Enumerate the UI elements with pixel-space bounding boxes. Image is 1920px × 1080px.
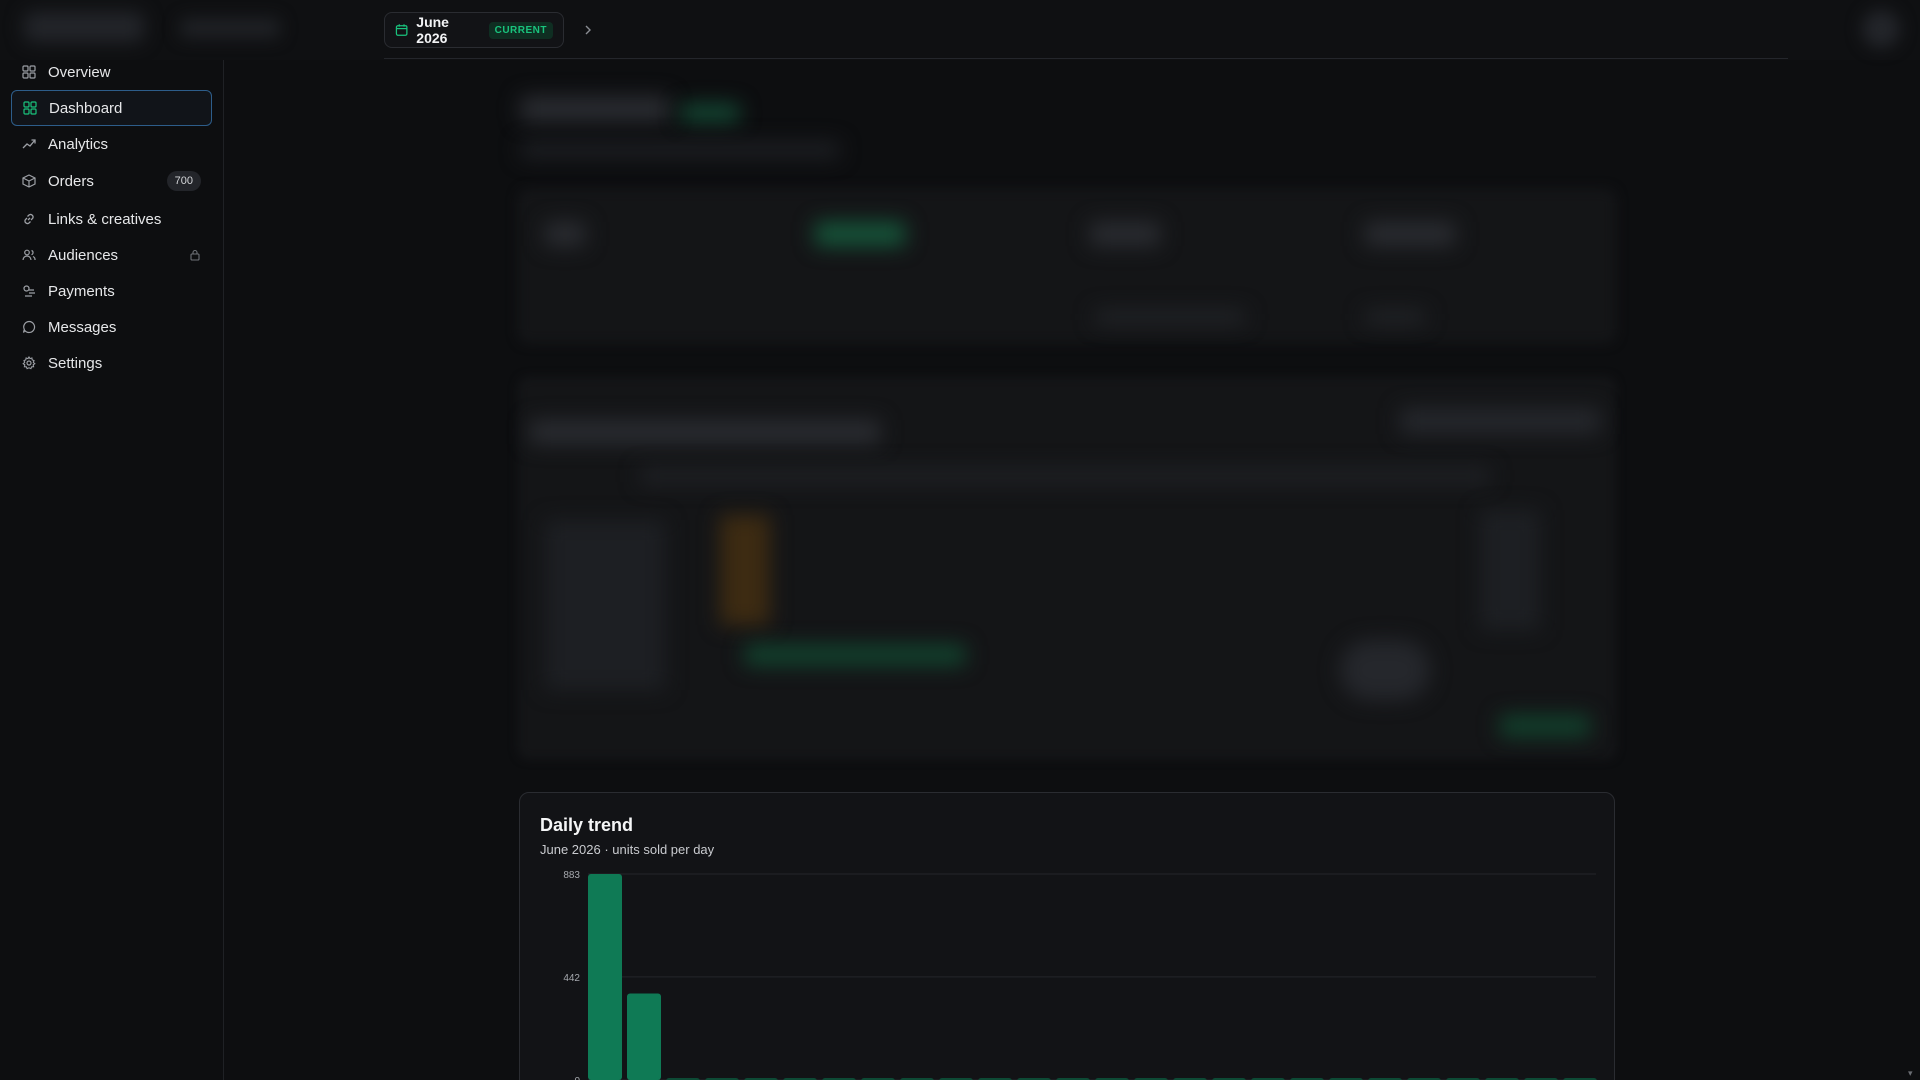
sidebar-item-label: Links & creatives bbox=[48, 210, 162, 228]
calendar-icon bbox=[395, 24, 408, 36]
kpi-card-blurred bbox=[519, 190, 1615, 342]
chevron-right-icon bbox=[585, 25, 591, 35]
sidebar-item-label: Overview bbox=[48, 63, 111, 81]
sidebar-item-label: Analytics bbox=[48, 135, 109, 153]
daily-trend-card: Daily trend June 2026 · units sold per d… bbox=[519, 792, 1615, 1080]
kpi-2-blurred bbox=[815, 222, 905, 246]
users-icon bbox=[22, 249, 36, 261]
user-avatar[interactable] bbox=[1862, 10, 1900, 48]
sidebar-item-label: Audiences bbox=[48, 246, 119, 264]
kpi-4-blurred bbox=[1365, 222, 1455, 246]
kpi-3-blurred bbox=[1090, 222, 1160, 246]
package-icon bbox=[22, 174, 36, 188]
bar-day-1[interactable] bbox=[588, 874, 622, 1080]
orders-count-badge: 700 bbox=[166, 171, 201, 191]
sidebar-item-orders[interactable]: Orders 700 bbox=[11, 163, 212, 199]
sidebar-item-label: Payments bbox=[48, 282, 115, 300]
scroll-down-icon[interactable]: ▾ bbox=[1908, 1068, 1913, 1079]
sidebar-item-label: Dashboard bbox=[49, 99, 123, 117]
sidebar-item-messages[interactable]: Messages bbox=[11, 309, 212, 345]
period-selector[interactable]: June 2026 CURRENT bbox=[384, 12, 564, 48]
sidebar-item-label: Settings bbox=[48, 354, 103, 372]
bar-day-2[interactable] bbox=[627, 993, 661, 1080]
action-button-blurred bbox=[1500, 715, 1590, 737]
sidebar-item-links-creatives[interactable]: Links & creatives bbox=[11, 201, 212, 237]
current-badge: CURRENT bbox=[488, 21, 553, 39]
breakdown-list-blurred bbox=[545, 520, 665, 690]
grid-icon bbox=[22, 65, 36, 79]
status-badge-blurred bbox=[680, 104, 740, 122]
sidebar-item-label: Orders bbox=[48, 172, 94, 190]
kpi-4-sub-blurred bbox=[1365, 310, 1425, 324]
green-bar-blurred bbox=[745, 645, 965, 665]
kpi-1-blurred bbox=[545, 222, 585, 246]
lock-icon bbox=[190, 249, 200, 261]
y-tick-label: 0 bbox=[574, 1076, 580, 1080]
period-label: June 2026 bbox=[416, 14, 449, 46]
brand-logo[interactable] bbox=[24, 12, 144, 42]
page-title-blurred bbox=[520, 96, 670, 122]
y-tick-label: 883 bbox=[563, 870, 580, 881]
right-column-blurred bbox=[1480, 510, 1540, 630]
sidebar-item-label: Messages bbox=[48, 318, 117, 336]
trend-icon bbox=[22, 139, 36, 149]
daily-trend-chart: 883 442 0 bbox=[563, 870, 1597, 1080]
top-divider bbox=[384, 58, 1788, 59]
y-tick-label: 442 bbox=[563, 973, 580, 984]
breakdown-heading-blurred bbox=[530, 420, 880, 444]
gear-icon bbox=[22, 356, 36, 370]
breakdown-controls-blurred bbox=[1400, 408, 1600, 434]
message-icon bbox=[22, 320, 36, 334]
link-icon bbox=[24, 213, 34, 225]
sidebar-item-overview[interactable]: Overview bbox=[11, 54, 212, 90]
sidebar-item-settings[interactable]: Settings bbox=[11, 345, 212, 381]
sidebar-item-audiences[interactable]: Audiences bbox=[11, 237, 212, 273]
breakdown-tabs-blurred bbox=[640, 468, 1490, 484]
top-bar: June 2026 CURRENT bbox=[0, 0, 1920, 60]
kpi-3-sub-blurred bbox=[1095, 310, 1245, 324]
sidebar-item-payments[interactable]: Payments bbox=[11, 273, 212, 309]
workspace-switcher[interactable] bbox=[180, 18, 280, 38]
grid-icon bbox=[23, 101, 37, 115]
next-period-button[interactable] bbox=[578, 18, 598, 42]
sidebar-item-dashboard[interactable]: Dashboard bbox=[11, 90, 212, 126]
payments-icon bbox=[23, 285, 35, 297]
page-subtitle-blurred bbox=[520, 142, 840, 158]
sidebar: Overview Dashboard Analytics Orders 700 bbox=[0, 60, 224, 1080]
circle-blurred bbox=[1340, 640, 1430, 700]
orange-bar-blurred bbox=[720, 515, 770, 625]
sidebar-item-analytics[interactable]: Analytics bbox=[11, 126, 212, 162]
